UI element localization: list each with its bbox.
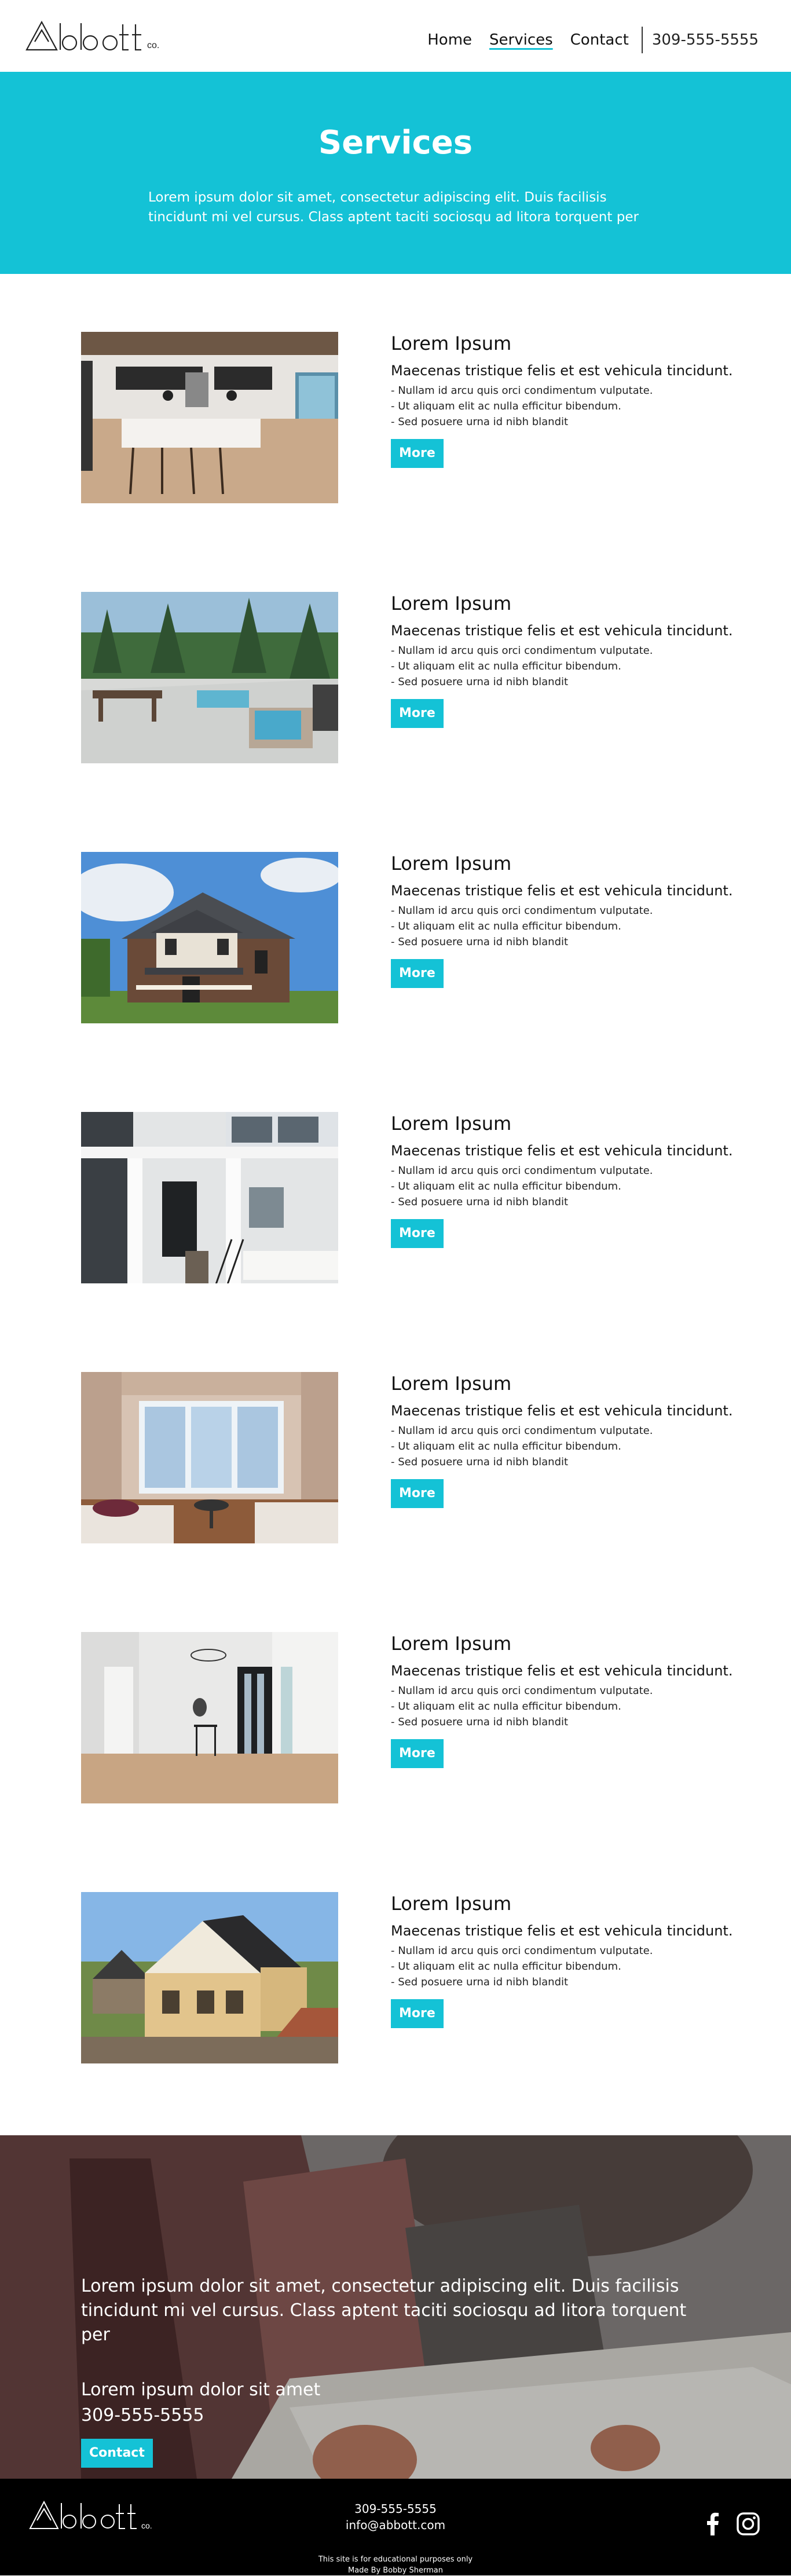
service-bullet: - Ut aliquam elit ac nulla efficitur bib… bbox=[391, 1960, 621, 1973]
service-bullet: - Nullam id arcu quis orci condimentum v… bbox=[391, 385, 653, 397]
contact-banner-address: Lorem ipsum dolor sit amet bbox=[81, 2380, 321, 2400]
service-bullet: - Sed posuere urna id nibh blandit bbox=[391, 1196, 569, 1208]
more-button[interactable]: More bbox=[391, 1479, 444, 1508]
service-bullet: - Nullam id arcu quis orci condimentum v… bbox=[391, 1945, 653, 1957]
abbott-logo[interactable]: co. bbox=[24, 17, 159, 54]
service-bullet: - Nullam id arcu quis orci condimentum v… bbox=[391, 905, 653, 917]
service-bullet: - Sed posuere urna id nibh blandit bbox=[391, 1716, 569, 1728]
service-item: Lorem Ipsum Maecenas tristique felis et … bbox=[0, 1112, 791, 1286]
service-bullets: - Nullam id arcu quis orci condimentum v… bbox=[391, 643, 750, 690]
service-subtitle: Maecenas tristique felis et est vehicula… bbox=[391, 1143, 733, 1159]
kitchen-photo bbox=[81, 332, 338, 503]
hero-text: Lorem ipsum dolor sit amet, consectetur … bbox=[148, 190, 639, 225]
service-subtitle: Maecenas tristique felis et est vehicula… bbox=[391, 1663, 733, 1679]
footer-email[interactable]: info@abbott.com bbox=[0, 2517, 791, 2533]
service-details: Lorem Ipsum Maecenas tristique felis et … bbox=[391, 852, 750, 988]
contact-button[interactable]: Contact bbox=[81, 2439, 153, 2468]
service-bullet: - Sed posuere urna id nibh blandit bbox=[391, 676, 569, 688]
entryway-photo bbox=[81, 1632, 338, 1803]
contact-banner: Lorem ipsum dolor sit amet, consectetur … bbox=[0, 2135, 791, 2479]
service-bullet: - Ut aliquam elit ac nulla efficitur bib… bbox=[391, 1440, 621, 1452]
service-bullet: - Ut aliquam elit ac nulla efficitur bib… bbox=[391, 1180, 621, 1192]
service-subtitle: Maecenas tristique felis et est vehicula… bbox=[391, 363, 733, 379]
site-header: co. Home Services Contact 309-555-5555 bbox=[0, 0, 791, 72]
service-subtitle: Maecenas tristique felis et est vehicula… bbox=[391, 883, 733, 899]
service-bullet: - Sed posuere urna id nibh blandit bbox=[391, 1976, 569, 1988]
service-bullet: - Nullam id arcu quis orci condimentum v… bbox=[391, 1165, 653, 1177]
service-bullets: - Nullam id arcu quis orci condimentum v… bbox=[391, 1943, 750, 1990]
service-bullet: - Ut aliquam elit ac nulla efficitur bib… bbox=[391, 920, 621, 932]
logo-co-text: co. bbox=[147, 41, 160, 50]
header-phone: 309-555-5555 bbox=[651, 31, 759, 49]
contact-banner-text: Lorem ipsum dolor sit amet, consectetur … bbox=[81, 2276, 687, 2345]
nav-divider bbox=[641, 27, 643, 53]
service-bullet: - Sed posuere urna id nibh blandit bbox=[391, 1456, 569, 1468]
service-item: Lorem Ipsum Maecenas tristique felis et … bbox=[0, 1892, 791, 2066]
service-subtitle: Maecenas tristique felis et est vehicula… bbox=[391, 1403, 733, 1419]
service-bullet: - Nullam id arcu quis orci condimentum v… bbox=[391, 645, 653, 657]
service-details: Lorem Ipsum Maecenas tristique felis et … bbox=[391, 1112, 750, 1248]
contact-banner-phone: 309-555-5555 bbox=[81, 2405, 204, 2425]
instagram-icon[interactable] bbox=[737, 2512, 760, 2538]
service-title: Lorem Ipsum bbox=[391, 332, 512, 354]
construction-photo bbox=[81, 1892, 338, 2063]
footer-note: This site is for educational purposes on… bbox=[318, 2555, 473, 2564]
deck-photo bbox=[81, 592, 338, 763]
service-item: Lorem Ipsum Maecenas tristique felis et … bbox=[0, 852, 791, 1026]
services-hero: Services Lorem ipsum dolor sit amet, con… bbox=[0, 72, 791, 274]
service-bullet: - Ut aliquam elit ac nulla efficitur bib… bbox=[391, 660, 621, 672]
service-details: Lorem Ipsum Maecenas tristique felis et … bbox=[391, 592, 750, 728]
footer-credit: Made By Bobby Sherman bbox=[348, 2566, 443, 2575]
nav-home[interactable]: Home bbox=[427, 31, 472, 49]
service-details: Lorem Ipsum Maecenas tristique felis et … bbox=[391, 1632, 750, 1768]
service-bullets: - Nullam id arcu quis orci condimentum v… bbox=[391, 903, 750, 950]
porch-photo bbox=[81, 1112, 338, 1283]
more-button[interactable]: More bbox=[391, 1999, 444, 2028]
service-bullet: - Nullam id arcu quis orci condimentum v… bbox=[391, 1685, 653, 1697]
nav-contact[interactable]: Contact bbox=[570, 31, 629, 49]
footer-phone: 309-555-5555 bbox=[354, 2502, 437, 2516]
service-bullets: - Nullam id arcu quis orci condimentum v… bbox=[391, 1163, 750, 1210]
service-bullets: - Nullam id arcu quis orci condimentum v… bbox=[391, 383, 750, 430]
service-details: Lorem Ipsum Maecenas tristique felis et … bbox=[391, 1892, 750, 2028]
service-title: Lorem Ipsum bbox=[391, 592, 512, 614]
service-bullet: - Ut aliquam elit ac nulla efficitur bib… bbox=[391, 400, 621, 412]
service-details: Lorem Ipsum Maecenas tristique felis et … bbox=[391, 332, 750, 468]
site-footer: co. 309-555-5555 info@abbott.com This si… bbox=[0, 2479, 791, 2575]
service-item: Lorem Ipsum Maecenas tristique felis et … bbox=[0, 1372, 791, 1546]
service-subtitle: Maecenas tristique felis et est vehicula… bbox=[391, 623, 733, 639]
house-exterior-photo bbox=[81, 852, 338, 1023]
more-button[interactable]: More bbox=[391, 1739, 444, 1768]
main-nav: Home Services Contact 309-555-5555 bbox=[410, 27, 759, 53]
more-button[interactable]: More bbox=[391, 1219, 444, 1248]
service-bullet: - Sed posuere urna id nibh blandit bbox=[391, 936, 569, 948]
service-bullet: - Ut aliquam elit ac nulla efficitur bib… bbox=[391, 1700, 621, 1713]
service-bullet: - Nullam id arcu quis orci condimentum v… bbox=[391, 1425, 653, 1437]
service-title: Lorem Ipsum bbox=[391, 852, 512, 874]
service-bullet: - Sed posuere urna id nibh blandit bbox=[391, 416, 569, 428]
nav-services[interactable]: Services bbox=[489, 31, 553, 49]
living-room-photo bbox=[81, 1372, 338, 1543]
service-title: Lorem Ipsum bbox=[391, 1633, 512, 1655]
more-button[interactable]: More bbox=[391, 439, 444, 468]
service-item: Lorem Ipsum Maecenas tristique felis et … bbox=[0, 592, 791, 766]
page-title: Services bbox=[318, 124, 473, 162]
social-icons bbox=[689, 2512, 760, 2538]
more-button[interactable]: More bbox=[391, 959, 444, 988]
service-title: Lorem Ipsum bbox=[391, 1893, 512, 1915]
footer-contact: 309-555-5555 info@abbott.com This site i… bbox=[0, 2501, 791, 2576]
more-button[interactable]: More bbox=[391, 699, 444, 728]
service-bullets: - Nullam id arcu quis orci condimentum v… bbox=[391, 1683, 750, 1730]
service-bullets: - Nullam id arcu quis orci condimentum v… bbox=[391, 1423, 750, 1470]
service-item: Lorem Ipsum Maecenas tristique felis et … bbox=[0, 1632, 791, 1806]
services-list: Lorem Ipsum Maecenas tristique felis et … bbox=[0, 274, 791, 2135]
service-subtitle: Maecenas tristique felis et est vehicula… bbox=[391, 1923, 733, 1939]
service-item: Lorem Ipsum Maecenas tristique felis et … bbox=[0, 332, 791, 506]
service-title: Lorem Ipsum bbox=[391, 1373, 512, 1395]
facebook-icon[interactable] bbox=[706, 2512, 719, 2538]
service-details: Lorem Ipsum Maecenas tristique felis et … bbox=[391, 1372, 750, 1508]
contact-banner-content: Lorem ipsum dolor sit amet, consectetur … bbox=[81, 2274, 695, 2468]
service-title: Lorem Ipsum bbox=[391, 1113, 512, 1135]
